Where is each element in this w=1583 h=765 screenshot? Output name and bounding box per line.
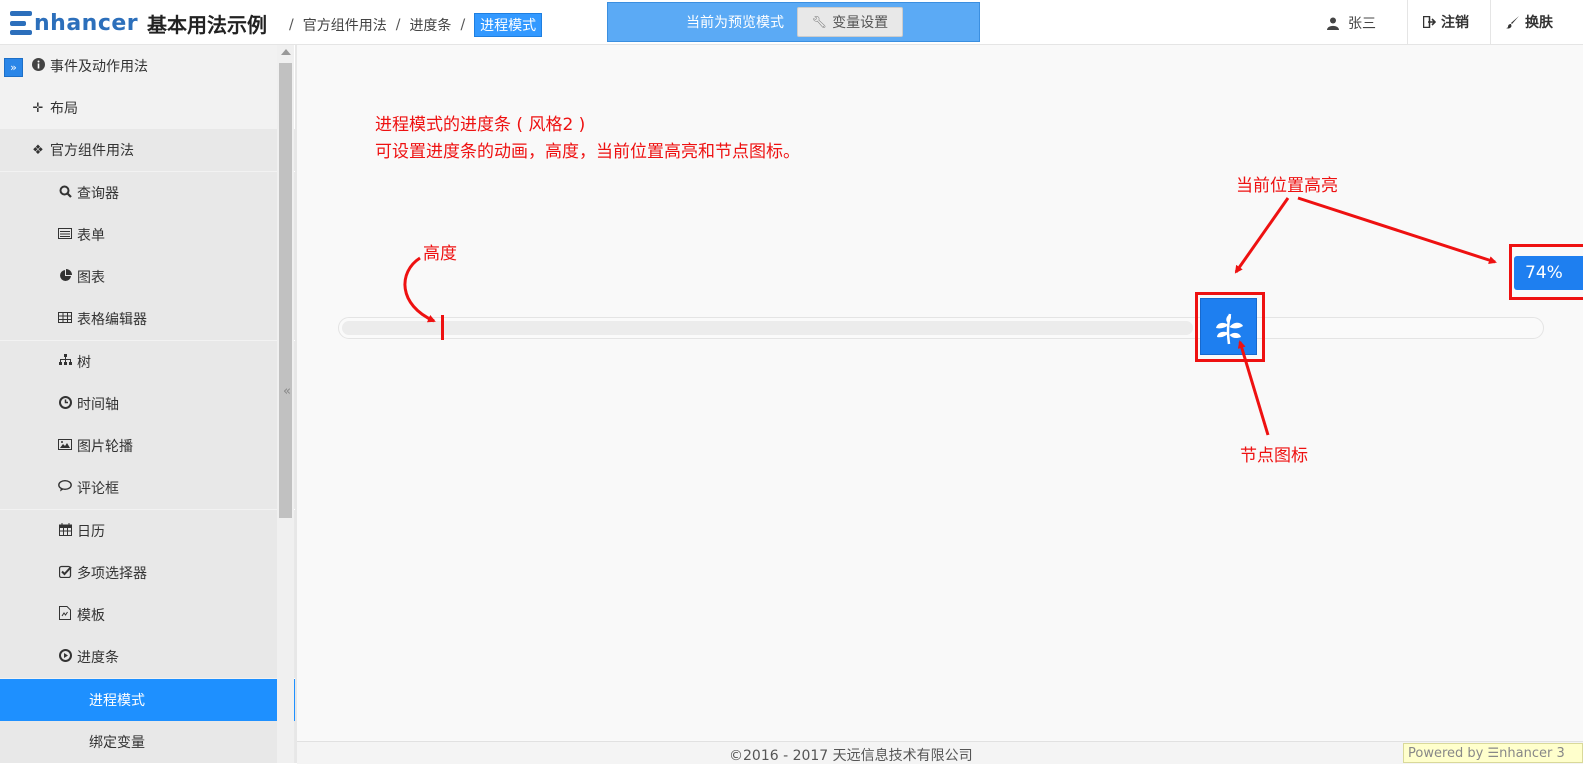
arrow-highlight-percent — [1297, 196, 1497, 264]
footer: ©2016 - 2017 天远信息技术有限公司 — [297, 741, 1583, 764]
powered-by-badge[interactable]: Powered by ☰nhancer 3 — [1403, 743, 1583, 763]
arrow-node-icon — [1237, 340, 1270, 436]
arrow-highlight-node — [1234, 197, 1290, 274]
arrow-height — [403, 256, 436, 323]
annotation-arrows — [403, 196, 1497, 436]
copyright-text: ©2016 - 2017 天远信息技术有限公司 — [729, 748, 973, 764]
